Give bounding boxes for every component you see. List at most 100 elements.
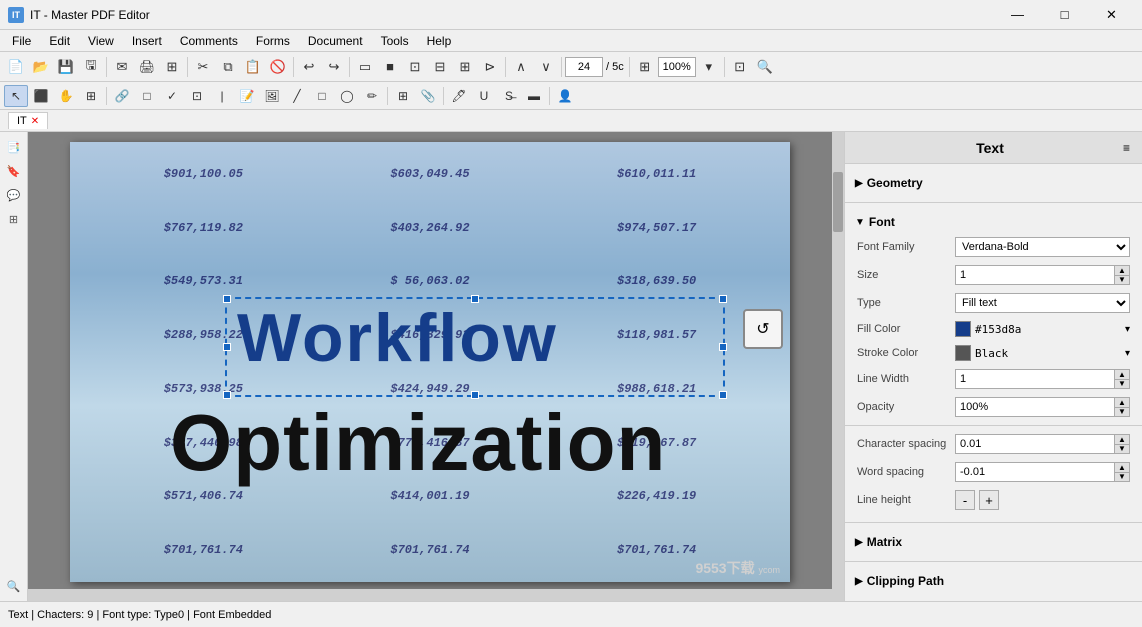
word-spacing-down-btn[interactable]: ▼ <box>1114 472 1130 482</box>
paste-btn[interactable]: 📋 <box>241 55 265 79</box>
font-family-select[interactable]: Verdana-Bold <box>955 237 1130 257</box>
char-spacing-up-btn[interactable]: ▲ <box>1114 434 1130 444</box>
save-btn[interactable]: 💾 <box>54 55 78 79</box>
underline-btn[interactable]: U <box>472 85 496 107</box>
type-select[interactable]: Fill text <box>955 293 1130 313</box>
stroke-color-swatch[interactable] <box>955 345 971 361</box>
rect-tool-btn[interactable]: □ <box>310 85 334 107</box>
char-spacing-input[interactable] <box>955 434 1114 454</box>
fill-color-dropdown-icon[interactable]: ▾ <box>1125 324 1130 335</box>
obj2-btn[interactable]: ⊟ <box>428 55 452 79</box>
clipping-section-header[interactable]: ▶ Clipping Path <box>845 570 1142 592</box>
stroke-color-value[interactable]: Black ▾ <box>955 345 1130 361</box>
highlight-btn[interactable]: 🖊 <box>447 85 471 107</box>
copy-btn[interactable]: ⧉ <box>216 55 240 79</box>
export-btn[interactable]: ⊡ <box>728 55 752 79</box>
check-tool-btn[interactable]: ✓ <box>160 85 184 107</box>
scan-btn[interactable]: ⊞ <box>160 55 184 79</box>
handle-mid-right[interactable] <box>719 343 727 351</box>
panel-pin-btn[interactable]: ≡ <box>1123 141 1130 155</box>
handle-mid-left[interactable] <box>223 343 231 351</box>
hand-tool-btn[interactable]: ✋ <box>54 85 78 107</box>
handle-top-left[interactable] <box>223 295 231 303</box>
input-tool-btn[interactable]: | <box>210 85 234 107</box>
opacity-up-btn[interactable]: ▲ <box>1114 397 1130 407</box>
minimize-button[interactable]: — <box>995 0 1040 30</box>
fit-btn[interactable]: ⊞ <box>633 55 657 79</box>
close-button[interactable]: ✕ <box>1089 0 1134 30</box>
size-up-btn[interactable]: ▲ <box>1114 265 1130 275</box>
page-num-input[interactable] <box>565 57 603 77</box>
opacity-down-btn[interactable]: ▼ <box>1114 407 1130 417</box>
geometry-section-header[interactable]: ▶ Geometry <box>845 172 1142 194</box>
stamp-btn[interactable]: 👤 <box>553 85 577 107</box>
open-btn[interactable]: 📂 <box>29 55 53 79</box>
ellipse-tool-btn[interactable]: ◯ <box>335 85 359 107</box>
font-section-header[interactable]: ▼ Font <box>845 211 1142 233</box>
attach-btn[interactable]: 📎 <box>416 85 440 107</box>
fill-color-swatch[interactable] <box>955 321 971 337</box>
line-width-input[interactable] <box>955 369 1114 389</box>
scroll-thumb[interactable] <box>833 172 843 232</box>
wave2-btn[interactable]: ∨ <box>534 55 558 79</box>
handle-top-center[interactable] <box>471 295 479 303</box>
menu-comments[interactable]: Comments <box>172 32 246 50</box>
sidebar-bookmarks-btn[interactable]: 🔖 <box>3 160 25 182</box>
line-width-up-btn[interactable]: ▲ <box>1114 369 1130 379</box>
text-tool-btn[interactable]: 📝 <box>235 85 259 107</box>
sidebar-search-btn[interactable]: 🔍 <box>3 575 25 597</box>
line-height-minus-btn[interactable]: - <box>955 490 975 510</box>
delete-btn[interactable]: 🚫 <box>266 55 290 79</box>
sidebar-annot-btn[interactable]: 💬 <box>3 184 25 206</box>
size-input[interactable] <box>955 265 1114 285</box>
menu-document[interactable]: Document <box>300 32 371 50</box>
align-btn[interactable]: ⊳ <box>478 55 502 79</box>
fill-color-value[interactable]: #153d8a ▾ <box>955 321 1130 337</box>
menu-forms[interactable]: Forms <box>248 32 298 50</box>
media-tool-btn[interactable]: □ <box>135 85 159 107</box>
vertical-scrollbar[interactable] <box>832 132 844 601</box>
menu-view[interactable]: View <box>80 32 122 50</box>
save-as-btn[interactable]: 🖫 <box>79 55 103 79</box>
zoom-options-btn[interactable]: ▾ <box>697 55 721 79</box>
menu-insert[interactable]: Insert <box>124 32 170 50</box>
undo-btn[interactable]: ↩ <box>297 55 321 79</box>
fill-btn[interactable]: ■ <box>378 55 402 79</box>
obj1-btn[interactable]: ⊡ <box>403 55 427 79</box>
stroke-color-dropdown-icon[interactable]: ▾ <box>1125 348 1130 359</box>
menu-edit[interactable]: Edit <box>41 32 78 50</box>
sidebar-layers-btn[interactable]: ⊞ <box>3 208 25 230</box>
annot1-btn[interactable]: ⊞ <box>391 85 415 107</box>
wave1-btn[interactable]: ∧ <box>509 55 533 79</box>
size-down-btn[interactable]: ▼ <box>1114 275 1130 285</box>
horizontal-scrollbar[interactable] <box>28 589 832 601</box>
form-tool-btn[interactable]: ⊡ <box>185 85 209 107</box>
tab-close-btn[interactable]: ✕ <box>31 116 39 127</box>
print-btn[interactable]: 🖨 <box>135 55 159 79</box>
obj3-btn[interactable]: ⊞ <box>453 55 477 79</box>
tab-it[interactable]: IT ✕ <box>8 112 48 129</box>
menu-tools[interactable]: Tools <box>373 32 417 50</box>
sidebar-pages-btn[interactable]: 📑 <box>3 136 25 158</box>
redo-btn[interactable]: ↪ <box>322 55 346 79</box>
pen-tool-btn[interactable]: ✏ <box>360 85 384 107</box>
line-width-down-btn[interactable]: ▼ <box>1114 379 1130 389</box>
line-height-plus-btn[interactable]: + <box>979 490 999 510</box>
handle-top-right[interactable] <box>719 295 727 303</box>
word-spacing-up-btn[interactable]: ▲ <box>1114 462 1130 472</box>
pan-tool-btn[interactable]: ⬛ <box>29 85 53 107</box>
char-spacing-down-btn[interactable]: ▼ <box>1114 444 1130 454</box>
matrix-section-header[interactable]: ▶ Matrix <box>845 531 1142 553</box>
zoom-input[interactable] <box>658 57 696 77</box>
line-tool-btn[interactable]: ╱ <box>285 85 309 107</box>
workflow-text-container[interactable]: Workflow ↺ <box>225 297 725 397</box>
cut-btn[interactable]: ✂ <box>191 55 215 79</box>
opacity-input[interactable] <box>955 397 1114 417</box>
rect-btn[interactable]: ▭ <box>353 55 377 79</box>
redact-btn[interactable]: ▬ <box>522 85 546 107</box>
search-btn[interactable]: 🔍 <box>753 55 777 79</box>
crop-tool-btn[interactable]: ⊞ <box>79 85 103 107</box>
select-tool-btn[interactable]: ↖ <box>4 85 28 107</box>
rotate-handle[interactable]: ↺ <box>743 309 783 349</box>
link-tool-btn[interactable]: 🔗 <box>110 85 134 107</box>
